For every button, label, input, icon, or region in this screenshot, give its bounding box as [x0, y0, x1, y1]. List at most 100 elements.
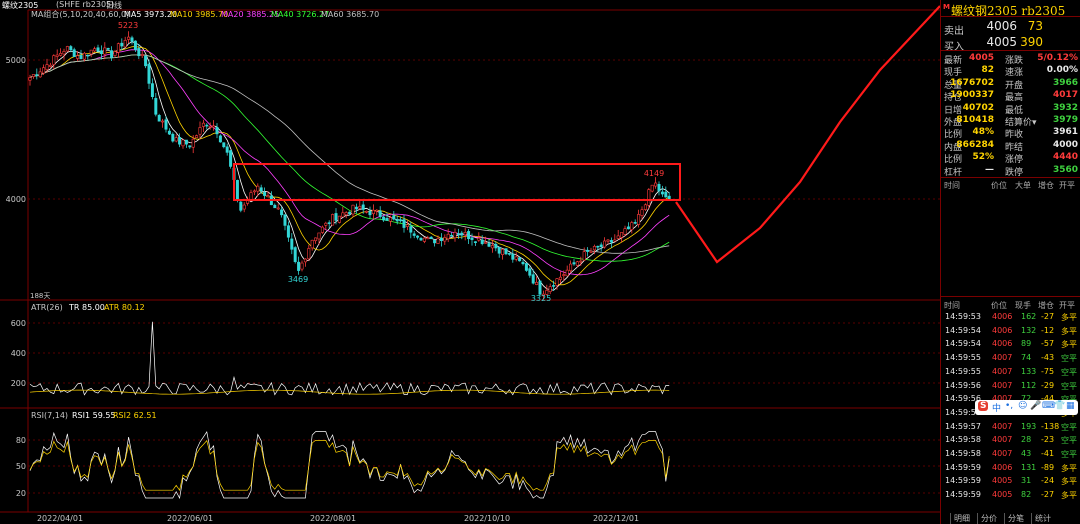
tick-price: 4007	[992, 435, 1013, 445]
candle-body	[477, 237, 481, 241]
tick-price: 4006	[992, 312, 1013, 321]
candle-body	[388, 217, 392, 222]
tab-stats[interactable]: 统计	[1031, 513, 1054, 524]
candle-body	[28, 77, 32, 81]
candle-body	[552, 285, 556, 287]
ime-skin-icon[interactable]: 👕	[1054, 401, 1065, 411]
candle-body	[324, 222, 328, 226]
ime-logo-icon[interactable]: S	[978, 401, 989, 411]
candle-body	[433, 239, 437, 244]
candle-body	[55, 54, 59, 57]
tick-price: 4007	[992, 366, 1013, 376]
tab-detail[interactable]: 明细	[950, 513, 973, 524]
quote-value: 3932	[1052, 102, 1078, 113]
candle-body	[181, 139, 185, 147]
candle-body	[174, 137, 178, 142]
candle-body	[52, 55, 56, 65]
candle-body	[647, 189, 651, 206]
tab-tick-split[interactable]: 分笔	[1004, 513, 1027, 524]
ma5-line	[29, 41, 670, 291]
ime-chinese-mode[interactable]: 中	[992, 401, 1001, 414]
candle-body	[161, 120, 165, 123]
candle-body	[378, 210, 382, 217]
candle-body	[630, 222, 634, 230]
ime-mic-icon[interactable]: 🎤	[1030, 401, 1041, 411]
xlabel-1: 2022/06/01	[167, 514, 213, 523]
tick-oi-change: -29	[1041, 380, 1055, 390]
price-range-box[interactable]	[233, 163, 681, 201]
tick-row: 14:59:58 4007 28 -23 空平	[941, 434, 1080, 447]
candle-body	[497, 246, 501, 254]
candle-body	[616, 235, 620, 239]
candle-body	[140, 54, 144, 56]
ime-emoji-icon[interactable]: ☺	[1018, 401, 1027, 411]
candle-body	[205, 124, 209, 127]
candle-body	[439, 237, 443, 242]
atr-line	[29, 389, 670, 395]
candle-body	[460, 232, 464, 236]
candle-body	[650, 184, 654, 192]
tab-price-split[interactable]: 分价	[977, 513, 1000, 524]
candle-body	[392, 215, 396, 220]
candle-body	[603, 240, 607, 248]
xlabel-3: 2022/10/10	[464, 514, 510, 523]
tick-open-close: 多平	[1061, 313, 1077, 322]
m-marker: M	[943, 3, 950, 11]
candle-body	[154, 98, 158, 115]
candle-body	[382, 216, 386, 221]
candle-body	[528, 268, 532, 276]
ime-toolbar[interactable]: S 中 •, ☺ 🎤 ⌨ 👕 ▦	[975, 400, 1078, 415]
tick-time: 14:59:54	[945, 325, 981, 335]
candle-body	[626, 226, 630, 230]
quote-value: 3979	[1052, 115, 1078, 125]
tr-legend: TR 85.00	[68, 303, 105, 312]
ylabel-atr-200: 200	[11, 379, 26, 388]
annotation-high-5223: 5223	[118, 21, 138, 30]
quote-value: —	[985, 164, 994, 175]
candle-body	[416, 235, 420, 238]
tick-row: 14:59:59 4005 31 -24 多平	[941, 475, 1080, 488]
candle-body	[184, 139, 188, 145]
candle-body	[361, 204, 365, 210]
tick-volume: 74	[1021, 353, 1032, 363]
tick-price: 4005	[992, 490, 1013, 500]
candle-body	[317, 232, 321, 240]
quote-value: 4000	[1052, 139, 1078, 150]
tick-volume: 193	[1021, 421, 1037, 431]
candle-body	[191, 138, 195, 148]
tick-volume: 112	[1021, 380, 1037, 390]
tick-oi-change: -27	[1041, 490, 1055, 500]
tick-volume: 31	[1021, 476, 1032, 486]
candle-body	[310, 239, 314, 249]
ma60-legend: MA60 3685.70	[321, 10, 379, 19]
xlabel-4: 2022/12/01	[593, 514, 639, 523]
ime-punct-icon[interactable]: •,	[1005, 401, 1013, 411]
candle-body	[507, 253, 511, 255]
bid-row: 买入 4005 390	[941, 35, 1080, 53]
tick-price: 4007	[992, 449, 1013, 458]
candle-body	[290, 238, 294, 250]
candle-body	[426, 237, 430, 240]
atr-legend: ATR(26) TR 85.00 ATR 80.12	[31, 303, 145, 312]
tick-time: 14:59:57	[945, 421, 981, 431]
tick-oi-change: -24	[1041, 476, 1055, 486]
projection-path[interactable]	[675, 5, 940, 264]
tick-price: 4007	[992, 421, 1013, 431]
tick-row: 14:59:58 4007 43 -41 空平	[941, 448, 1080, 461]
tick-open-close: 多平	[1061, 463, 1077, 473]
candle-body	[246, 200, 250, 204]
bar-count-label: 188天	[30, 292, 50, 300]
candle-body	[531, 274, 535, 284]
candle-body	[446, 233, 450, 240]
quote-value: 0.00%	[1046, 65, 1078, 76]
ime-grid-icon[interactable]: ▦	[1066, 401, 1075, 411]
ask-volume: 73	[1027, 19, 1043, 33]
xlabel-2: 2022/08/01	[310, 514, 356, 523]
rsi2-legend: RSI2 62.51	[113, 411, 157, 420]
candle-body	[133, 40, 137, 50]
candle-body	[222, 142, 226, 148]
tick-open-close: 空平	[1061, 354, 1077, 364]
candle-body	[59, 53, 63, 56]
main-chart[interactable]: 5000 4000 600 400 200 80 50 20 2022/04/0…	[0, 0, 940, 524]
candle-body	[178, 137, 182, 145]
